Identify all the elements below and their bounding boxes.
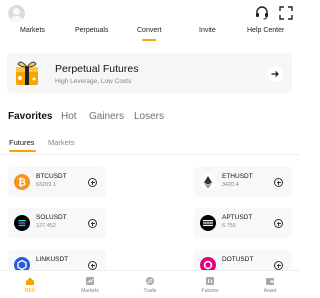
quicknav-markets[interactable]: Markets (20, 27, 45, 34)
favorite-card-solusdt[interactable]: SOLUSDT 127.452 (8, 208, 106, 238)
perpetual-futures-banner[interactable]: Perpetual Futures High Leverage, Low Cos… (7, 53, 292, 93)
symbol-label: BTCUSDT (36, 173, 67, 180)
nav-trade[interactable]: Trade (130, 273, 170, 297)
price-label: 6.755 (222, 223, 236, 229)
banner-title: Perpetual Futures (55, 63, 139, 75)
quicknav-invite[interactable]: Invite (199, 27, 216, 34)
quicknav-help-center[interactable]: Help Center (247, 27, 284, 34)
nav-rex[interactable]: REX (10, 273, 50, 297)
tab-hot[interactable]: Hot (61, 111, 77, 122)
tab-markets[interactable]: Markets (48, 138, 75, 147)
market-type-tabs: Futures Markets (0, 138, 300, 154)
arrow-right-icon[interactable] (267, 66, 283, 82)
symbol-label: DOTUSDT (222, 256, 254, 263)
nav-label: Markets (81, 288, 99, 294)
solana-icon (14, 215, 30, 231)
gift-box-illustration-icon (11, 58, 43, 88)
tab-futures[interactable]: Futures (9, 138, 34, 147)
user-avatar-icon[interactable] (8, 5, 25, 22)
markets-icon (86, 277, 94, 285)
nav-asset[interactable]: Asset (250, 273, 290, 297)
nav-futures[interactable]: Futures (190, 273, 230, 297)
add-plus-icon[interactable] (274, 178, 283, 187)
market-category-tabs: Favorites Hot Gainers Losers (0, 111, 300, 127)
price-label: 63209.1 (36, 182, 56, 188)
quick-nav: Markets Perpetuals Convert Invite Help C… (0, 27, 300, 41)
add-plus-icon[interactable] (274, 219, 283, 228)
symbol-label: ETHUSDT (222, 173, 253, 180)
sub-tab-active-indicator (9, 150, 36, 152)
svg-text:₿: ₿ (18, 177, 26, 189)
add-plus-icon[interactable] (88, 219, 97, 228)
favorite-card-btcusdt[interactable]: ₿ BTCUSDT 63209.1 (8, 167, 106, 197)
section-divider (0, 154, 300, 155)
quicknav-active-indicator (142, 39, 156, 41)
wallet-icon (266, 278, 274, 285)
home-icon (26, 277, 34, 285)
expand-scan-icon[interactable] (278, 5, 294, 21)
quicknav-perpetuals[interactable]: Perpetuals (75, 27, 108, 34)
quicknav-convert[interactable]: Convert (137, 27, 162, 34)
nav-label: Trade (143, 288, 157, 294)
banner-subtitle: High Leverage, Low Costs (55, 78, 132, 85)
bitcoin-icon: ₿ (14, 174, 30, 190)
trade-icon (146, 277, 154, 285)
tab-gainers[interactable]: Gainers (89, 111, 124, 122)
symbol-label: SOLUSDT (36, 214, 67, 221)
add-plus-icon[interactable] (88, 261, 97, 270)
aptos-icon (200, 215, 216, 231)
add-plus-icon[interactable] (88, 178, 97, 187)
price-label: 3420.4 (222, 182, 239, 188)
tab-favorites[interactable]: Favorites (8, 111, 52, 122)
symbol-label: LINKUSDT (36, 256, 69, 263)
headset-icon[interactable] (254, 5, 270, 21)
nav-markets[interactable]: Markets (70, 273, 110, 297)
symbol-label: APTUSDT (222, 214, 253, 221)
nav-label: Asset (263, 288, 277, 294)
ethereum-icon (200, 174, 216, 190)
favorite-card-ethusdt[interactable]: ETHUSDT 3420.4 (194, 167, 292, 197)
favorite-card-aptusdt[interactable]: APTUSDT 6.755 (194, 208, 292, 238)
futures-icon (206, 277, 214, 285)
top-bar (0, 0, 300, 26)
add-plus-icon[interactable] (274, 261, 283, 270)
nav-label: REX (24, 288, 36, 294)
nav-label: Futures (201, 288, 219, 294)
tab-losers[interactable]: Losers (134, 111, 164, 122)
price-label: 127.452 (36, 223, 56, 229)
bottom-nav: REX Markets Trade Futures Asset (0, 270, 300, 298)
